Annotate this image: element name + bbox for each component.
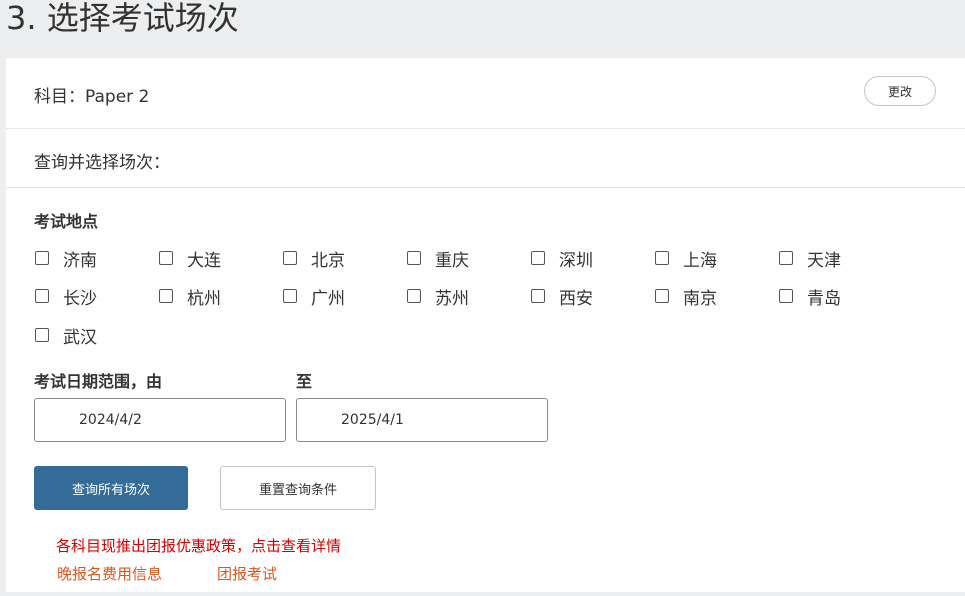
checkbox[interactable] [283,289,297,303]
checkbox[interactable] [159,251,173,265]
location-option-label: 重庆 [435,250,469,271]
group-discount-promo-link[interactable]: 各科目现推出团报优惠政策，点击查看详情 [56,535,341,556]
location-option-shenzhen[interactable]: 深圳 [531,246,593,271]
location-option-label: 广州 [311,288,345,309]
change-subject-button[interactable]: 更改 [864,76,936,106]
subject-row: 科目：Paper 2 更改 [6,58,965,129]
query-row: 查询并选择场次： [6,129,965,188]
location-option-shanghai[interactable]: 上海 [655,246,717,271]
group-exam-link[interactable]: 团报考试 [217,563,277,584]
location-option-xian[interactable]: 西安 [531,284,593,309]
date-from-input[interactable] [34,398,286,442]
checkbox[interactable] [407,251,421,265]
date-to-input[interactable] [296,398,548,442]
location-option-chongqing[interactable]: 重庆 [407,246,469,271]
date-to-label: 至 [296,372,313,391]
exam-session-card: 科目：Paper 2 更改 查询并选择场次： 考试地点 济南 大连 北京 重庆 … [6,58,965,592]
date-from-label: 考试日期范围，由 [34,372,163,391]
search-sessions-button[interactable]: 查询所有场次 [34,466,188,510]
location-option-nanjing[interactable]: 南京 [655,284,717,309]
location-option-changsha[interactable]: 长沙 [35,284,97,309]
location-option-label: 天津 [807,250,841,271]
location-option-label: 南京 [683,288,717,309]
checkbox[interactable] [655,251,669,265]
checkbox[interactable] [779,251,793,265]
location-option-label: 大连 [187,250,221,271]
location-option-guangzhou[interactable]: 广州 [283,284,345,309]
location-option-beijing[interactable]: 北京 [283,246,345,271]
location-option-qingdao[interactable]: 青岛 [779,284,841,309]
checkbox[interactable] [531,289,545,303]
checkbox[interactable] [531,251,545,265]
checkbox[interactable] [655,289,669,303]
location-option-dalian[interactable]: 大连 [159,246,221,271]
checkbox[interactable] [35,328,49,342]
checkbox[interactable] [407,289,421,303]
location-option-label: 杭州 [187,288,221,309]
location-option-label: 西安 [559,288,593,309]
location-option-label: 青岛 [807,288,841,309]
location-option-label: 深圳 [559,250,593,271]
checkbox[interactable] [283,251,297,265]
location-option-tianjin[interactable]: 天津 [779,246,841,271]
late-fee-info-link[interactable]: 晚报名费用信息 [57,563,162,584]
subject-text: 科目：Paper 2 [34,87,150,107]
reset-query-button[interactable]: 重置查询条件 [220,466,376,510]
location-option-label: 武汉 [63,327,97,348]
checkbox[interactable] [779,289,793,303]
location-option-label: 济南 [63,250,97,271]
location-option-label: 苏州 [435,288,469,309]
location-option-label: 上海 [683,250,717,271]
location-option-label: 北京 [311,250,345,271]
location-option-jinan[interactable]: 济南 [35,246,97,271]
location-option-wuhan[interactable]: 武汉 [35,323,97,348]
location-option-hangzhou[interactable]: 杭州 [159,284,221,309]
location-label: 考试地点 [34,212,99,231]
query-heading: 查询并选择场次： [34,153,170,173]
page-title: 3. 选择考试场次 [6,0,239,37]
checkbox[interactable] [35,289,49,303]
location-option-suzhou[interactable]: 苏州 [407,284,469,309]
checkbox[interactable] [159,289,173,303]
location-option-label: 长沙 [63,288,97,309]
checkbox[interactable] [35,251,49,265]
